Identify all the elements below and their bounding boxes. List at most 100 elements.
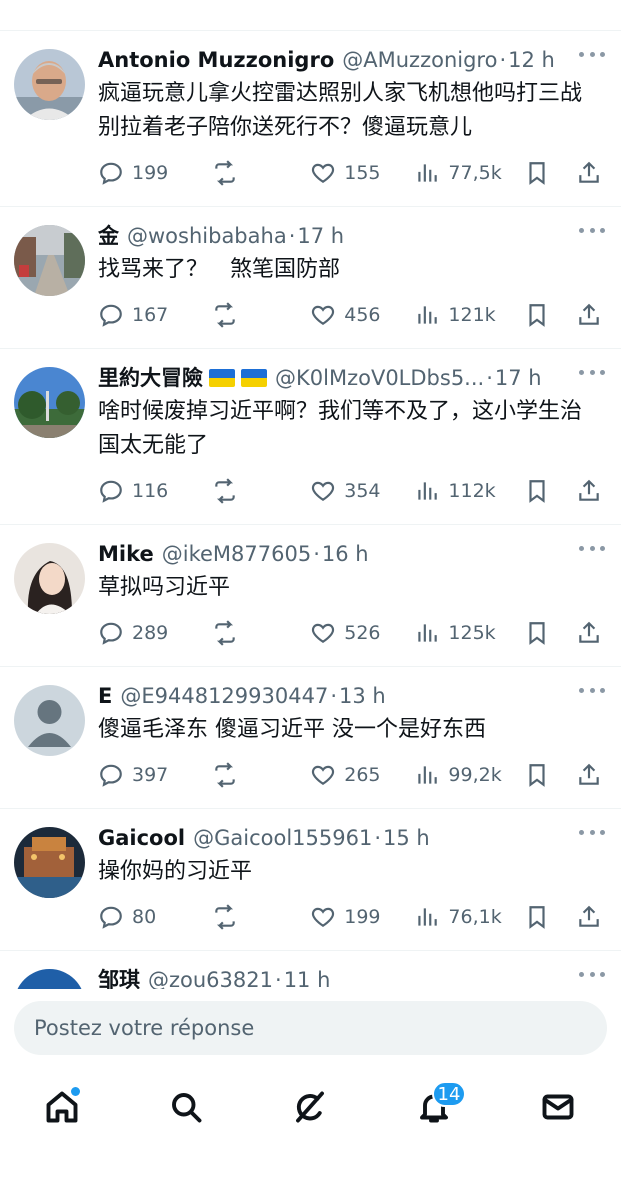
tweet-time[interactable]: 13 h	[339, 681, 386, 711]
share-button[interactable]	[576, 302, 605, 328]
more-options-icon[interactable]	[579, 969, 605, 979]
author-name[interactable]: Mike	[98, 539, 154, 569]
views-button[interactable]: 125k	[414, 620, 524, 646]
avatar[interactable]	[14, 827, 85, 898]
share-icon	[578, 621, 599, 643]
reply-feed[interactable]: Antonio Muzzonigro @AMuzzonigro · 12 h 疯…	[0, 31, 621, 989]
author-handle[interactable]: @Gaicool155961	[193, 823, 372, 853]
tweet-time[interactable]: 15 h	[383, 823, 430, 853]
more-options-icon[interactable]	[579, 685, 605, 695]
avatar[interactable]	[14, 367, 85, 438]
author-handle[interactable]: @woshibabaha	[127, 221, 287, 251]
bookmark-icon	[529, 304, 546, 327]
reply-composer[interactable]	[14, 1001, 607, 1055]
like-count: 199	[344, 906, 381, 928]
reply-button[interactable]: 199	[98, 160, 212, 186]
repost-button[interactable]	[212, 620, 310, 646]
reply-button[interactable]: 289	[98, 620, 212, 646]
author-handle[interactable]: @AMuzzonigro	[342, 45, 497, 75]
views-button[interactable]: 99,2k	[414, 762, 524, 788]
tab-search[interactable]	[162, 1083, 210, 1131]
tweet-header: 邹琪 @zou63821 · 11 h	[98, 965, 568, 989]
author-handle[interactable]: @K0lMzoV0LDbs5...	[275, 363, 484, 393]
bookmark-button[interactable]	[524, 762, 575, 788]
bookmark-button[interactable]	[524, 620, 575, 646]
bookmark-button[interactable]	[524, 302, 575, 328]
views-button[interactable]: 121k	[414, 302, 524, 328]
like-button[interactable]: 155	[310, 160, 414, 186]
author-name[interactable]: E	[98, 681, 112, 711]
tab-home[interactable]	[38, 1083, 86, 1131]
bookmark-button[interactable]	[524, 904, 575, 930]
more-options-icon[interactable]	[579, 543, 605, 553]
share-button[interactable]	[576, 478, 605, 504]
repost-button[interactable]	[212, 904, 310, 930]
bookmark-button[interactable]	[524, 478, 575, 504]
view-count: 121k	[448, 304, 496, 326]
tweet[interactable]: Mike @ikeM877605 · 16 h 草拟吗习近平 289 526 1…	[0, 525, 621, 667]
share-icon	[578, 763, 599, 785]
like-button[interactable]: 199	[310, 904, 414, 930]
reply-button[interactable]: 80	[98, 904, 212, 930]
tab-grok[interactable]	[286, 1083, 334, 1131]
tweet-time[interactable]: 17 h	[297, 221, 344, 251]
more-options-icon[interactable]	[579, 367, 605, 377]
tweet[interactable]: E @E9448129930447 · 13 h 傻逼毛泽东 傻逼习近平 没一个…	[0, 667, 621, 809]
tweet[interactable]: 邹琪 @zou63821 · 11 h	[0, 951, 621, 989]
heart-icon	[312, 305, 335, 325]
repost-button[interactable]	[212, 762, 310, 788]
repost-button[interactable]	[212, 478, 310, 504]
reply-button[interactable]: 397	[98, 762, 212, 788]
reply-input[interactable]	[34, 1016, 574, 1040]
tweet-actions: 167 456 121k	[98, 300, 605, 330]
tab-notifications[interactable]: 14	[410, 1081, 466, 1131]
avatar[interactable]	[14, 225, 85, 296]
dot-separator: ·	[499, 48, 507, 72]
like-button[interactable]: 526	[310, 620, 414, 646]
reply-count: 116	[132, 480, 169, 502]
tweet-time[interactable]: 16 h	[322, 539, 369, 569]
tab-messages[interactable]	[534, 1083, 582, 1131]
like-button[interactable]: 265	[310, 762, 414, 788]
author-name[interactable]: Gaicool	[98, 823, 185, 853]
tweet[interactable]: 里約大冒險 @K0lMzoV0LDbs5... · 17 h 啥时候废掉习近平啊…	[0, 349, 621, 525]
tweet-time[interactable]: 17 h	[495, 363, 542, 393]
repost-icon	[215, 620, 235, 646]
more-options-icon[interactable]	[579, 827, 605, 837]
more-options-icon[interactable]	[579, 49, 605, 59]
like-button[interactable]: 354	[310, 478, 414, 504]
author-name[interactable]: 金	[98, 221, 119, 251]
tweet[interactable]: Antonio Muzzonigro @AMuzzonigro · 12 h 疯…	[0, 31, 621, 207]
avatar[interactable]	[14, 969, 85, 989]
reply-count: 289	[132, 622, 169, 644]
author-handle[interactable]: @E9448129930447	[120, 681, 328, 711]
author-handle[interactable]: @ikeM877605	[162, 539, 311, 569]
share-button[interactable]	[576, 160, 605, 186]
author-name[interactable]: Antonio Muzzonigro	[98, 45, 334, 75]
more-options-icon[interactable]	[579, 225, 605, 235]
tweet[interactable]: Gaicool @Gaicool155961 · 15 h 操你妈的习近平 80…	[0, 809, 621, 951]
share-button[interactable]	[576, 904, 605, 930]
reply-button[interactable]: 167	[98, 302, 212, 328]
avatar[interactable]	[14, 49, 85, 120]
tweet[interactable]: 金 @woshibabaha · 17 h 找骂来了？ 煞笔国防部 167 45…	[0, 207, 621, 349]
share-button[interactable]	[576, 762, 605, 788]
views-button[interactable]: 76,1k	[414, 904, 524, 930]
avatar[interactable]	[14, 543, 85, 614]
share-icon	[578, 303, 599, 325]
repost-button[interactable]	[212, 160, 310, 186]
views-button[interactable]: 112k	[414, 478, 524, 504]
share-button[interactable]	[576, 620, 605, 646]
repost-button[interactable]	[212, 302, 310, 328]
bookmark-button[interactable]	[524, 160, 575, 186]
tweet-time[interactable]: 11 h	[284, 965, 331, 989]
author-handle[interactable]: @zou63821	[148, 965, 273, 989]
author-name[interactable]: 里約大冒險	[98, 363, 203, 393]
views-button[interactable]: 77,5k	[414, 160, 524, 186]
reply-icon	[100, 162, 122, 185]
author-name[interactable]: 邹琪	[98, 965, 140, 989]
tweet-time[interactable]: 12 h	[508, 45, 555, 75]
like-button[interactable]: 456	[310, 302, 414, 328]
avatar[interactable]	[14, 685, 85, 756]
reply-button[interactable]: 116	[98, 478, 212, 504]
